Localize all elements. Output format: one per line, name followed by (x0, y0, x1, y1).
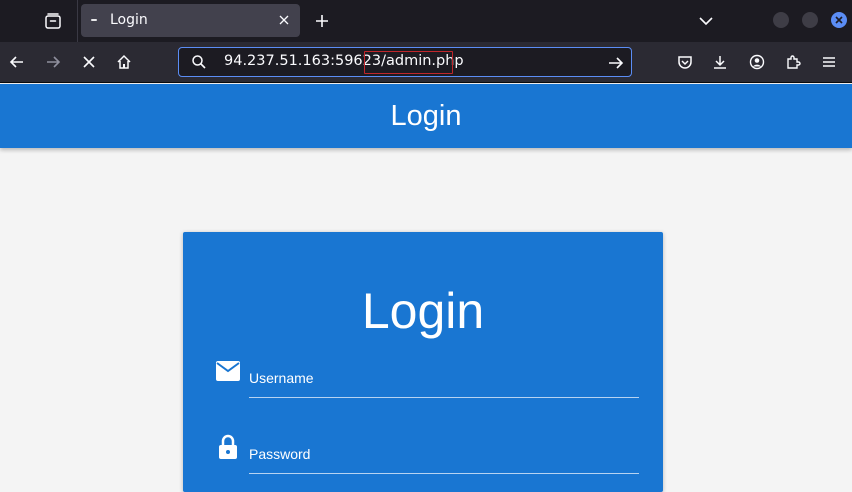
pocket-icon (678, 56, 692, 69)
firefox-view-button[interactable] (38, 6, 68, 36)
menu-button[interactable] (818, 51, 840, 73)
address-bar[interactable]: 94.237.51.163:59623/admin.php (178, 47, 632, 77)
firefox-view-icon (45, 13, 61, 29)
pocket-button[interactable] (674, 51, 696, 73)
stop-loading-button[interactable] (78, 51, 100, 73)
login-card: Login Username Password (183, 232, 663, 492)
page-title: Login (390, 99, 462, 132)
window-minimize-button[interactable] (773, 12, 789, 28)
envelope-icon (215, 358, 241, 384)
extensions-button[interactable] (782, 51, 804, 73)
account-icon (749, 54, 765, 70)
close-icon (835, 16, 843, 24)
arrow-left-icon (9, 56, 23, 68)
tab-separator (77, 0, 78, 42)
tab-title: Login (110, 12, 148, 28)
page-header: Login (0, 84, 852, 148)
loading-favicon-icon (91, 19, 97, 21)
search-icon (192, 55, 206, 69)
navigation-bar: 94.237.51.163:59623/admin.php (0, 42, 852, 83)
tab-bar: Login (0, 0, 852, 42)
home-button[interactable] (113, 51, 135, 73)
new-tab-button[interactable] (310, 9, 334, 33)
window-maximize-button[interactable] (802, 12, 818, 28)
arrow-right-icon (47, 56, 61, 68)
password-underline (249, 473, 639, 474)
hamburger-menu-icon (823, 57, 835, 67)
tab-close-button[interactable] (276, 12, 292, 28)
lock-icon (215, 434, 241, 460)
list-all-tabs-button[interactable] (694, 9, 718, 33)
username-placeholder: Username (249, 370, 314, 386)
username-field[interactable]: Username (215, 358, 639, 398)
back-button[interactable] (6, 51, 28, 73)
download-icon (714, 56, 726, 69)
password-field[interactable]: Password (215, 434, 639, 474)
puzzle-icon (787, 55, 801, 69)
plus-icon (316, 15, 328, 27)
close-icon (279, 15, 289, 25)
forward-button[interactable] (42, 51, 64, 73)
home-icon (117, 54, 131, 69)
url-path-highlight (364, 51, 453, 74)
password-placeholder: Password (249, 446, 311, 462)
downloads-button[interactable] (709, 51, 731, 73)
close-icon (83, 56, 95, 68)
window-close-button[interactable] (831, 12, 847, 28)
go-arrow-icon[interactable] (607, 54, 625, 72)
login-card-title: Login (361, 283, 485, 339)
tab-login[interactable]: Login (81, 4, 300, 37)
chevron-down-icon (699, 17, 713, 26)
account-button[interactable] (746, 51, 768, 73)
username-underline (249, 397, 639, 398)
